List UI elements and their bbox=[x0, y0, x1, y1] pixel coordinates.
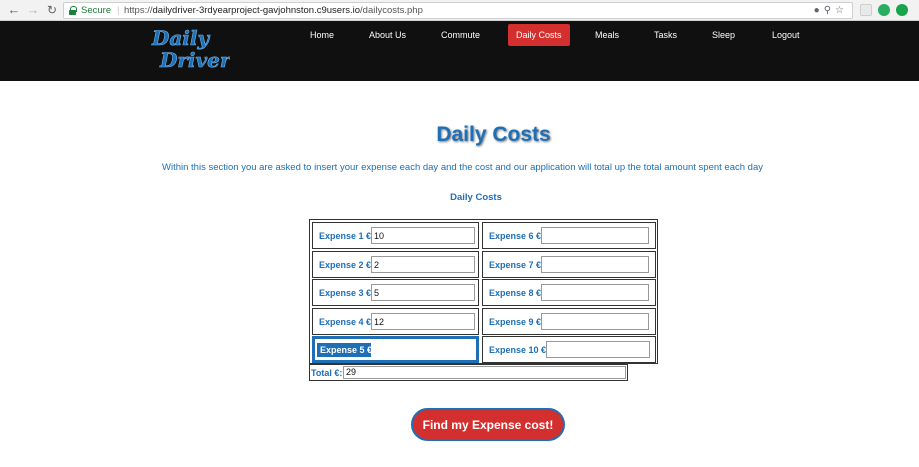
zoom-icon[interactable]: ⚲ bbox=[824, 5, 835, 16]
expense-cell-9: Expense 9 €: bbox=[482, 308, 656, 335]
total-value: 29 bbox=[343, 366, 626, 379]
grammarly-extension-icon[interactable] bbox=[878, 4, 890, 16]
page-title: Daily Costs bbox=[436, 123, 551, 146]
expense-6-input[interactable] bbox=[541, 227, 649, 244]
nav-daily-costs[interactable]: Daily Costs bbox=[508, 24, 570, 46]
reload-icon[interactable]: ↻ bbox=[44, 2, 60, 18]
site-header: Daily Driver Home About Us Commute Daily… bbox=[0, 21, 919, 81]
expense-cell-8: Expense 8 €: bbox=[482, 279, 656, 306]
nav-sleep[interactable]: Sleep bbox=[712, 24, 735, 46]
intro-text: Within this section you are asked to ins… bbox=[162, 162, 763, 173]
expense-label: Expense 9 €: bbox=[489, 317, 545, 327]
expense-cell-2: Expense 2 €: bbox=[312, 251, 479, 278]
expense-label: Expense 1 €: bbox=[319, 231, 375, 241]
secure-label: Secure bbox=[81, 5, 112, 16]
expense-cell-3: Expense 3 €: bbox=[312, 279, 479, 306]
section-subtitle: Daily Costs bbox=[450, 192, 502, 203]
extension-icon[interactable] bbox=[860, 4, 872, 16]
expense-label: Expense 5 €: bbox=[317, 343, 379, 357]
svg-text:Driver: Driver bbox=[159, 48, 230, 72]
browser-toolbar: ← → ↻ Secure | https://dailydriver-3rdye… bbox=[0, 0, 919, 21]
address-separator: | bbox=[117, 5, 120, 16]
expense-cell-4: Expense 4 €: bbox=[312, 308, 479, 335]
lock-icon bbox=[69, 6, 77, 15]
expense-label: Expense 7 €: bbox=[489, 260, 545, 270]
expense-9-input[interactable] bbox=[541, 313, 649, 330]
address-bar[interactable]: Secure | https://dailydriver-3rdyearproj… bbox=[63, 2, 853, 19]
forward-arrow-icon[interactable]: → bbox=[25, 2, 41, 18]
expense-cell-7: Expense 7 €: bbox=[482, 251, 656, 278]
omnibox-icons: ●⚲☆ bbox=[814, 3, 848, 18]
expense-label: Expense 6 €: bbox=[489, 231, 545, 241]
nav-meals[interactable]: Meals bbox=[595, 24, 619, 46]
daily-driver-logo[interactable]: Daily Driver bbox=[150, 25, 230, 75]
expense-1-input[interactable] bbox=[371, 227, 475, 244]
expense-4-input[interactable] bbox=[371, 313, 475, 330]
nav-home[interactable]: Home bbox=[310, 24, 334, 46]
url-text: https://dailydriver-3rdyearproject-gavjo… bbox=[124, 5, 423, 16]
expense-label: Expense 8 €: bbox=[489, 288, 545, 298]
back-arrow-icon[interactable]: ← bbox=[6, 2, 22, 18]
expense-cell-6: Expense 6 €: bbox=[482, 222, 656, 249]
expense-10-input[interactable] bbox=[546, 341, 650, 358]
expense-7-input[interactable] bbox=[541, 256, 649, 273]
expense-8-input[interactable] bbox=[541, 284, 649, 301]
expense-label: Expense 3 €: bbox=[319, 288, 375, 298]
total-row: Total €: 29 bbox=[309, 364, 628, 381]
expense-label: Expense 10 €: bbox=[489, 345, 550, 355]
find-expense-cost-button[interactable]: Find my Expense cost! bbox=[411, 408, 565, 441]
expense-cell-1: Expense 1 €: bbox=[312, 222, 479, 249]
expense-cell-10: Expense 10 €: bbox=[482, 336, 656, 363]
expense-label: Expense 2 €: bbox=[319, 260, 375, 270]
nav-about-us[interactable]: About Us bbox=[369, 24, 406, 46]
expense-form: Expense 1 €: Expense 2 €: Expense 3 €: E… bbox=[309, 219, 658, 364]
expense-label: Expense 4 €: bbox=[319, 317, 375, 327]
nav-commute[interactable]: Commute bbox=[441, 24, 480, 46]
hangouts-extension-icon[interactable] bbox=[896, 4, 908, 16]
expense-cell-5: Expense 5 €: bbox=[312, 336, 479, 363]
site-info-icon[interactable]: ● bbox=[814, 5, 824, 16]
total-label: Total €: bbox=[311, 368, 343, 378]
nav-tasks[interactable]: Tasks bbox=[654, 24, 677, 46]
expense-2-input[interactable] bbox=[371, 256, 475, 273]
bookmark-star-icon[interactable]: ☆ bbox=[835, 5, 848, 16]
nav-logout[interactable]: Logout bbox=[772, 24, 800, 46]
svg-text:Daily: Daily bbox=[151, 26, 210, 50]
expense-3-input[interactable] bbox=[371, 284, 475, 301]
expense-5-input[interactable] bbox=[371, 341, 474, 358]
